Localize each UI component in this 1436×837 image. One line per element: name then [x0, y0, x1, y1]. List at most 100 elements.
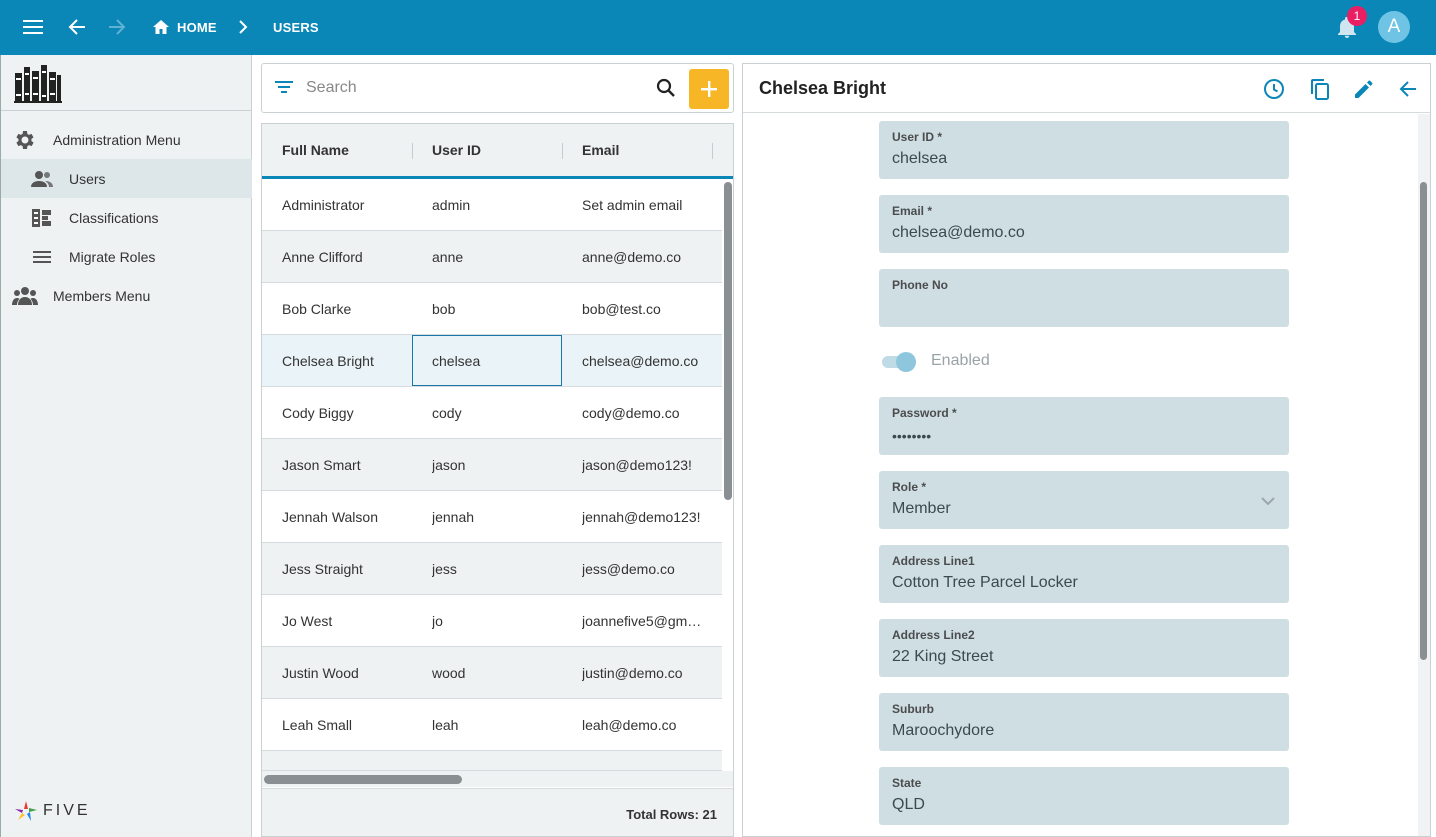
field-value: 22 King Street [892, 648, 994, 665]
back-arrow-icon[interactable] [62, 12, 92, 42]
cell-full-name[interactable]: Chelsea Bright [282, 335, 412, 386]
gear-icon [12, 127, 38, 153]
cell-user-id[interactable]: cody [432, 387, 562, 438]
cell-user-id[interactable]: jennah [432, 491, 562, 542]
cell-full-name[interactable]: Jennah Walson [282, 491, 412, 542]
cell-full-name[interactable]: Justin Wood [282, 647, 412, 698]
user-avatar[interactable]: A [1378, 11, 1410, 43]
search-input[interactable] [306, 76, 646, 100]
forward-arrow-icon[interactable] [102, 12, 132, 42]
table-row[interactable]: Jason Smart jason jason@demo123! [262, 439, 722, 491]
cell-full-name[interactable]: Bob Clarke [282, 283, 412, 334]
address-line2-field[interactable]: Address Line2 22 King Street [879, 619, 1289, 677]
home-icon[interactable] [146, 12, 176, 42]
table-row-selected[interactable]: Chelsea Bright chelsea chelsea@demo.co [262, 335, 722, 387]
password-field[interactable]: Password * •••••••• [879, 397, 1289, 455]
history-clock-icon[interactable] [1261, 76, 1287, 102]
cell-full-name[interactable]: Anne Clifford [282, 231, 412, 282]
sidebar-item-members-menu[interactable]: Members Menu [1, 276, 252, 315]
cell-email[interactable]: jess@demo.co [582, 543, 720, 594]
cell-user-id[interactable]: jess [432, 543, 562, 594]
cell-full-name[interactable]: Leah Small [282, 699, 412, 750]
cell-email[interactable]: bob@test.co [582, 283, 720, 334]
cell-user-id[interactable]: anne [432, 231, 562, 282]
sidebar-item-users[interactable]: Users [1, 159, 252, 198]
breadcrumb-home[interactable]: HOME [177, 0, 217, 55]
column-header-full-name[interactable]: Full Name [282, 124, 349, 176]
cell-user-id[interactable]: jo [432, 595, 562, 646]
sidebar-item-administration-menu[interactable]: Administration Menu [1, 120, 252, 159]
table-row[interactable]: Jess Straight jess jess@demo.co [262, 543, 722, 595]
cell-email[interactable]: jason@demo123! [582, 439, 720, 490]
search-icon[interactable] [656, 78, 676, 103]
cell-user-id[interactable]: admin [432, 179, 562, 230]
cell-full-name[interactable]: Administrator [282, 179, 412, 230]
copy-icon[interactable] [1307, 76, 1333, 102]
table-row[interactable]: Bob Clarke bob bob@test.co [262, 283, 722, 335]
field-label: Address Line2 [892, 628, 975, 642]
detail-vertical-scrollbar[interactable] [1420, 182, 1427, 660]
toggle-knob [896, 352, 916, 372]
field-value: chelsea@demo.co [892, 224, 1025, 241]
column-header-email[interactable]: Email [582, 124, 619, 176]
cell-user-id[interactable]: leah [432, 699, 562, 750]
filter-icon[interactable] [275, 80, 293, 99]
breadcrumb-users[interactable]: USERS [273, 0, 319, 55]
suburb-field[interactable]: Suburb Maroochydore [879, 693, 1289, 751]
column-header-user-id[interactable]: User ID [432, 124, 481, 176]
sidebar-divider [1, 110, 252, 111]
cell-email[interactable]: justin@demo.co [582, 647, 720, 698]
table-row[interactable]: Cody Biggy cody cody@demo.co [262, 387, 722, 439]
cell-email[interactable]: jennah@demo123! [582, 491, 720, 542]
cell-email[interactable]: anne@demo.co [582, 231, 720, 282]
state-field[interactable]: State QLD [879, 767, 1289, 825]
field-label: User ID * [892, 130, 943, 144]
hamburger-menu-icon[interactable] [18, 12, 48, 42]
field-value: •••••••• [892, 428, 932, 444]
sidebar-item-classifications[interactable]: Classifications [1, 198, 252, 237]
phone-no-field[interactable]: Phone No [879, 269, 1289, 327]
cell-email[interactable]: joannefive5@gm… [582, 595, 720, 646]
cell-user-id-focused[interactable]: chelsea [412, 335, 562, 386]
cell-full-name[interactable]: Jess Straight [282, 543, 412, 594]
close-back-arrow-icon[interactable] [1395, 76, 1421, 102]
column-separator[interactable] [712, 143, 713, 159]
column-separator[interactable] [412, 143, 413, 159]
cell-user-id[interactable]: bob [432, 283, 562, 334]
field-value: Maroochydore [892, 722, 995, 739]
cell-email[interactable]: chelsea@demo.co [582, 335, 720, 386]
detail-title: Chelsea Bright [759, 78, 887, 98]
cell-email[interactable]: leah@demo.co [582, 699, 720, 750]
table-vertical-scrollbar[interactable] [724, 182, 732, 500]
cell-email[interactable]: Set admin email [582, 179, 720, 230]
total-rows-count: Total Rows: 21 [626, 807, 717, 822]
table-row[interactable]: Jennah Walson jennah jennah@demo123! [262, 491, 722, 543]
sidebar-item-migrate-roles[interactable]: Migrate Roles [1, 237, 252, 276]
table-horizontal-scrollbar[interactable] [264, 775, 462, 784]
record-detail-panel: Chelsea Bright User ID * chelsea Email *… [742, 63, 1431, 837]
cell-user-id[interactable]: wood [432, 647, 562, 698]
add-record-button[interactable] [689, 69, 729, 109]
cell-user-id[interactable]: jason [432, 439, 562, 490]
address-line1-field[interactable]: Address Line1 Cotton Tree Parcel Locker [879, 545, 1289, 603]
user-id-field[interactable]: User ID * chelsea [879, 121, 1289, 179]
table-row[interactable]: Administrator admin Set admin email [262, 179, 722, 231]
role-select[interactable]: Role * Member [879, 471, 1289, 529]
cell-full-name[interactable]: Jo West [282, 595, 412, 646]
chevron-down-icon[interactable] [1261, 493, 1275, 511]
cell-email[interactable]: cody@demo.co [582, 387, 720, 438]
table-row-partial[interactable] [262, 751, 722, 771]
email-field[interactable]: Email * chelsea@demo.co [879, 195, 1289, 253]
detail-header: Chelsea Bright [743, 64, 1430, 113]
table-row[interactable]: Justin Wood wood justin@demo.co [262, 647, 722, 699]
edit-pencil-icon[interactable] [1351, 76, 1377, 102]
table-row[interactable]: Leah Small leah leah@demo.co [262, 699, 722, 751]
cell-full-name[interactable]: Jason Smart [282, 439, 412, 490]
menu-lines-icon [29, 244, 55, 270]
table-row[interactable]: Anne Clifford anne anne@demo.co [262, 231, 722, 283]
table-row[interactable]: Jo West jo joannefive5@gm… [262, 595, 722, 647]
column-separator[interactable] [562, 143, 563, 159]
cell-full-name[interactable]: Cody Biggy [282, 387, 412, 438]
field-value: Member [892, 500, 951, 517]
enabled-toggle[interactable] [880, 351, 918, 373]
